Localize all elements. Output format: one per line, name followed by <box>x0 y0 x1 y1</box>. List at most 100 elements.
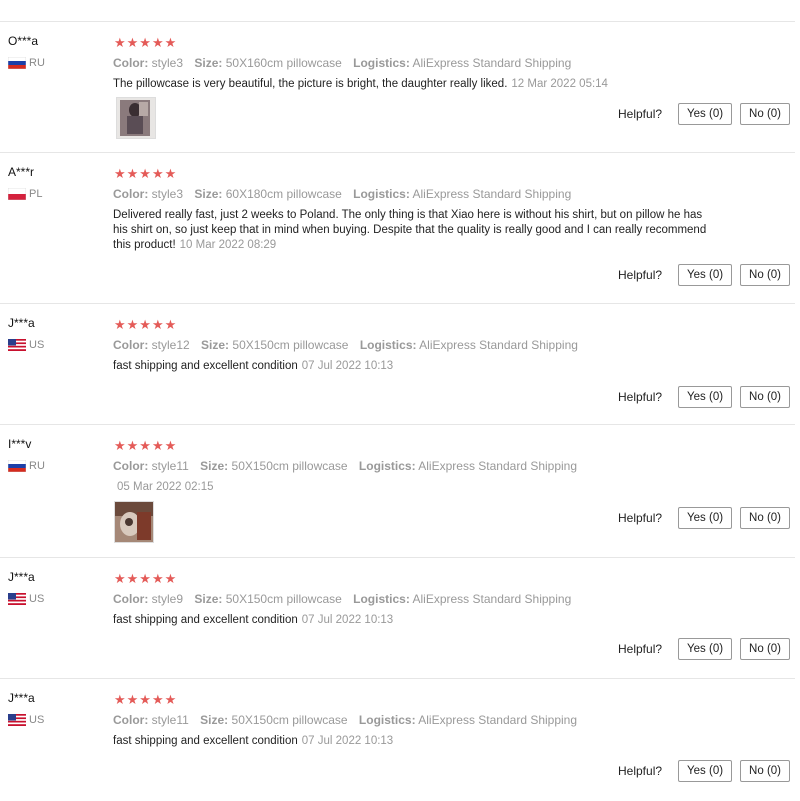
review-text: fast shipping and excellent condition 07 … <box>113 359 723 374</box>
helpful-label: Helpful? <box>618 764 663 778</box>
helpful-label: Helpful? <box>618 107 663 121</box>
review-text: fast shipping and excellent condition 07 … <box>113 734 723 749</box>
review-item: O***a RU ★★★★★ Color: style3 Size: 50X16… <box>0 21 795 153</box>
helpful-no-button[interactable]: No (0) <box>740 760 790 782</box>
size-label: Size: <box>200 459 229 473</box>
logistics-label: Logistics: <box>358 459 416 473</box>
review-item: A***r PL ★★★★★ Color: style3 Size: 60X18… <box>0 152 795 304</box>
review-date: 12 Mar 2022 05:14 <box>511 78 608 90</box>
review-photo-thumbnail[interactable] <box>116 97 156 139</box>
review-date: 05 Mar 2022 02:15 <box>117 481 214 493</box>
reviewer-name: J***a <box>8 316 35 330</box>
helpful-no-button[interactable]: No (0) <box>740 264 790 286</box>
logistics-value: AliExpress Standard Shipping <box>418 459 578 473</box>
review-meta: Color: style11 Size: 50X150cm pillowcase… <box>113 459 577 473</box>
reviewer-country: PL <box>8 188 42 200</box>
logistics-label: Logistics: <box>359 338 417 352</box>
review-item: J***a US ★★★★★ Color: style11 Size: 50X1… <box>0 678 795 801</box>
review-meta: Color: style9 Size: 50X150cm pillowcase … <box>113 592 571 606</box>
reviewer-country: US <box>8 593 44 605</box>
rating-stars: ★★★★★ <box>114 317 178 332</box>
helpful-no-button[interactable]: No (0) <box>740 103 790 125</box>
rating-stars: ★★★★★ <box>114 166 178 181</box>
helpful-controls: Helpful? Yes (0) No (0) <box>618 386 790 408</box>
helpful-no-button[interactable]: No (0) <box>740 638 790 660</box>
review-item: I***v RU ★★★★★ Color: style11 Size: 50X1… <box>0 424 795 556</box>
helpful-label: Helpful? <box>618 511 663 525</box>
color-value: style11 <box>151 713 189 727</box>
review-body: The pillowcase is very beautiful, the pi… <box>113 78 508 90</box>
rating-stars: ★★★★★ <box>114 438 178 453</box>
helpful-yes-button[interactable]: Yes (0) <box>678 264 733 286</box>
reviewer-name: J***a <box>8 570 35 584</box>
rating-stars: ★★★★★ <box>114 571 178 586</box>
country-code: RU <box>29 57 45 69</box>
size-value: 50X150cm pillowcase <box>232 338 349 352</box>
size-value: 50X150cm pillowcase <box>231 713 348 727</box>
review-photo-thumbnail[interactable] <box>114 501 154 543</box>
review-text: 05 Mar 2022 02:15 <box>113 480 723 495</box>
review-meta: Color: style11 Size: 50X150cm pillowcase… <box>113 713 577 727</box>
reviewer-name: O***a <box>8 34 39 48</box>
flag-us-icon <box>8 339 26 351</box>
color-label: Color: <box>113 338 149 352</box>
logistics-label: Logistics: <box>358 713 416 727</box>
helpful-label: Helpful? <box>618 390 663 404</box>
helpful-label: Helpful? <box>618 268 663 282</box>
reviewer-country: US <box>8 339 44 351</box>
size-value: 50X150cm pillowcase <box>231 459 348 473</box>
country-code: US <box>29 593 45 605</box>
reviewer-name: I***v <box>8 437 32 451</box>
color-label: Color: <box>113 56 149 70</box>
review-body: fast shipping and excellent condition <box>113 360 298 372</box>
review-date: 07 Jul 2022 10:13 <box>301 614 394 626</box>
review-meta: Color: style12 Size: 50X150cm pillowcase… <box>113 338 578 352</box>
review-date: 10 Mar 2022 08:29 <box>179 239 277 251</box>
review-text: The pillowcase is very beautiful, the pi… <box>113 77 723 92</box>
helpful-yes-button[interactable]: Yes (0) <box>678 386 733 408</box>
review-list: O***a RU ★★★★★ Color: style3 Size: 50X16… <box>0 0 800 800</box>
review-meta: Color: style3 Size: 50X160cm pillowcase … <box>113 56 571 70</box>
color-value: style9 <box>151 592 184 606</box>
review-text: Delivered really fast, just 2 weeks to P… <box>113 208 718 253</box>
review-body: fast shipping and excellent condition <box>113 735 298 747</box>
size-label: Size: <box>194 592 223 606</box>
country-code: US <box>29 714 45 726</box>
color-value: style3 <box>151 187 184 201</box>
color-label: Color: <box>113 187 149 201</box>
logistics-value: AliExpress Standard Shipping <box>412 592 572 606</box>
helpful-controls: Helpful? Yes (0) No (0) <box>618 264 790 286</box>
rating-stars: ★★★★★ <box>114 692 178 707</box>
review-body: fast shipping and excellent condition <box>113 614 298 626</box>
country-code: RU <box>29 460 45 472</box>
country-code: PL <box>29 188 43 200</box>
helpful-yes-button[interactable]: Yes (0) <box>678 103 733 125</box>
logistics-value: AliExpress Standard Shipping <box>419 338 578 352</box>
reviewer-name: A***r <box>8 165 35 179</box>
logistics-label: Logistics: <box>353 187 410 201</box>
size-value: 50X160cm pillowcase <box>225 56 342 70</box>
flag-us-icon <box>8 714 26 726</box>
size-label: Size: <box>194 56 223 70</box>
helpful-controls: Helpful? Yes (0) No (0) <box>618 103 790 125</box>
review-meta: Color: style3 Size: 60X180cm pillowcase … <box>113 187 571 201</box>
review-item: J***a US ★★★★★ Color: style12 Size: 50X1… <box>0 303 795 425</box>
helpful-yes-button[interactable]: Yes (0) <box>678 638 733 660</box>
reviewer-country: RU <box>8 57 45 69</box>
country-code: US <box>29 339 45 351</box>
size-label: Size: <box>194 187 223 201</box>
helpful-no-button[interactable]: No (0) <box>740 386 790 408</box>
helpful-yes-button[interactable]: Yes (0) <box>678 507 733 529</box>
review-text: fast shipping and excellent condition 07 … <box>113 613 723 628</box>
flag-pl-icon <box>8 188 26 200</box>
reviewer-name: J***a <box>8 691 35 705</box>
rating-stars: ★★★★★ <box>114 35 178 50</box>
logistics-value: AliExpress Standard Shipping <box>412 187 572 201</box>
helpful-controls: Helpful? Yes (0) No (0) <box>618 507 790 529</box>
logistics-value: AliExpress Standard Shipping <box>418 713 578 727</box>
flag-ru-icon <box>8 57 26 69</box>
helpful-no-button[interactable]: No (0) <box>740 507 790 529</box>
helpful-yes-button[interactable]: Yes (0) <box>678 760 733 782</box>
size-value: 50X150cm pillowcase <box>225 592 342 606</box>
helpful-controls: Helpful? Yes (0) No (0) <box>618 760 790 782</box>
